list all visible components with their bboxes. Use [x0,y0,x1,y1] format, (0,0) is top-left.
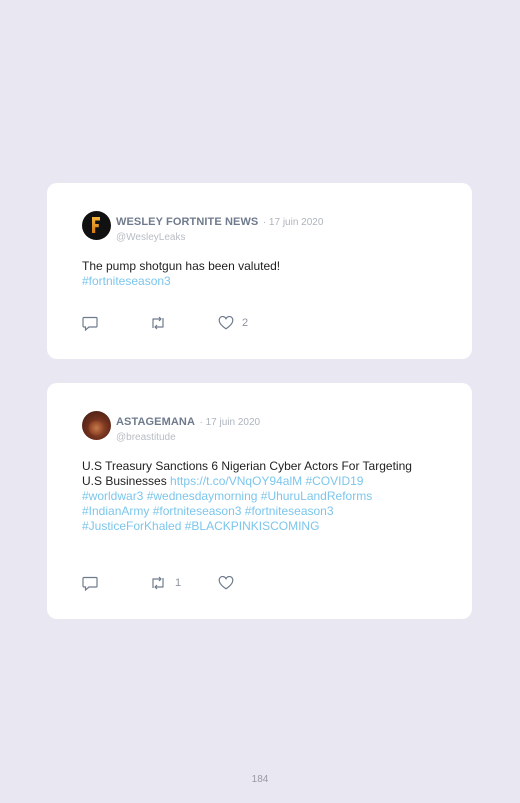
author-name[interactable]: ASTAGEMANA [116,416,195,428]
reply-button[interactable] [82,315,106,331]
hashtag-link[interactable]: #UhuruLandReforms [261,489,372,503]
like-count: 2 [242,317,249,329]
tweet-card: ASTAGEMANA · 17 juin 2020 @breastitude U… [47,383,472,619]
retweet-button[interactable] [149,315,175,331]
hashtag-link[interactable]: #wednesdaymorning [147,489,258,503]
hashtag-link[interactable]: #fortniteseason3 [153,504,242,518]
avatar[interactable] [82,211,111,240]
like-button[interactable]: 2 [218,315,248,331]
reply-icon [82,576,98,591]
hashtag-link[interactable]: #BLACKPINKISCOMING [185,519,320,533]
tweet-text: U.S Treasury Sanctions 6 Nigerian Cyber … [82,459,422,534]
retweet-count: 1 [175,577,182,589]
hashtag-link[interactable]: #COVID19 [305,474,363,488]
hashtag-link[interactable]: #IndianArmy [82,504,149,518]
tweet-body: The pump shotgun has been valuted! [82,259,281,273]
reply-button[interactable] [82,575,106,591]
retweet-button[interactable]: 1 [149,575,181,591]
page-number: 184 [251,774,269,785]
heart-icon [218,316,234,330]
hashtag-link[interactable]: #worldwar3 [82,489,143,503]
author-handle[interactable]: @WesleyLeaks [116,232,323,243]
retweet-icon [152,576,164,590]
avatar[interactable] [82,411,111,440]
hashtag-link[interactable]: #JusticeForKhaled [82,519,181,533]
heart-icon [218,576,234,590]
tweet-date: · 17 juin 2020 [199,417,261,428]
retweet-icon [152,316,164,330]
author-handle[interactable]: @breastitude [116,432,260,443]
reply-icon [82,316,98,331]
author-name[interactable]: WESLEY FORTNITE NEWS [116,216,258,228]
url-link[interactable]: https://t.co/VNqOY94alM [170,474,302,488]
tweet-date: · 17 juin 2020 [262,217,324,228]
like-button[interactable] [218,575,242,591]
tweet-card: WESLEY FORTNITE NEWS · 17 juin 2020 @Wes… [47,183,472,359]
hashtag-link[interactable]: #fortniteseason3 [82,274,171,288]
hashtag-link[interactable]: #fortniteseason3 [245,504,334,518]
tweet-text: The pump shotgun has been valuted! #fort… [82,259,422,289]
